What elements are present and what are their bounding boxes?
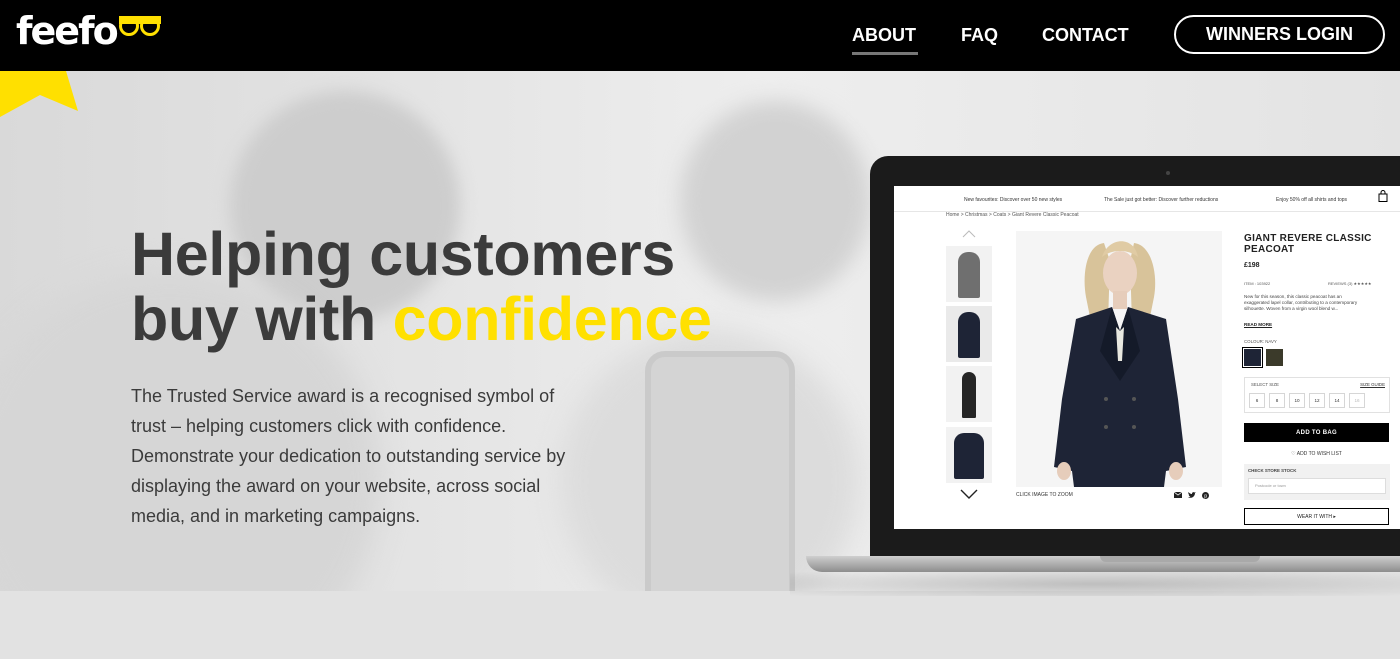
- feefo-logo[interactable]: feefo: [16, 10, 161, 52]
- check-store-stock-label: CHECK STORE STOCK: [1248, 468, 1297, 473]
- product-reviews[interactable]: REVIEWS (3) ★★★★★: [1328, 281, 1372, 286]
- postcode-input[interactable]: Postcode or town: [1248, 478, 1386, 494]
- size-selector: SELECT SIZE SIZE GUIDE 6 8 10 12 14 16: [1244, 377, 1390, 413]
- top-navigation-bar: feefo ABOUT FAQ CONTACT WINNERS LOGIN: [0, 0, 1400, 71]
- breadcrumb: Home > Christmas > Coats > Giant Revere …: [946, 212, 1079, 218]
- chevron-up-icon: [962, 230, 976, 238]
- logo-wordmark: feefo: [16, 9, 119, 53]
- click-to-zoom-note: CLICK IMAGE TO ZOOM: [1016, 492, 1073, 498]
- promo-text: Enjoy 50% off all shirts and tops: [1276, 197, 1348, 203]
- colour-label: COLOUR: NAVY: [1244, 339, 1277, 344]
- laptop-mockup: New favourites: Discover over 50 new sty…: [870, 156, 1400, 560]
- email-share-icon[interactable]: [1174, 492, 1182, 498]
- size-option[interactable]: 12: [1309, 393, 1325, 408]
- wear-it-with-button[interactable]: WEAR IT WITH ▸: [1244, 508, 1389, 525]
- product-price: £198: [1244, 262, 1260, 269]
- size-option[interactable]: 10: [1289, 393, 1305, 408]
- size-option[interactable]: 6: [1249, 393, 1265, 408]
- size-option-unavailable: 16: [1349, 393, 1365, 408]
- hero-heading-line2: buy with: [131, 285, 376, 353]
- nav-link-about[interactable]: ABOUT: [852, 25, 918, 55]
- laptop-camera: [1166, 171, 1170, 175]
- nav-faq: FAQ: [961, 0, 998, 71]
- shopping-bag-icon: [1378, 190, 1388, 202]
- promo-text: New favourites: Discover over 50 new sty…: [964, 197, 1063, 203]
- laptop-base-notch: [1100, 556, 1260, 562]
- product-title: GIANT REVERE CLASSIC PEACOAT: [1244, 233, 1372, 255]
- size-guide-link[interactable]: SIZE GUIDE: [1360, 382, 1385, 387]
- product-thumbnail: [946, 246, 992, 302]
- size-option[interactable]: 8: [1269, 393, 1285, 408]
- product-description: New for this season, this classic peacoa…: [1244, 294, 1358, 311]
- promo-text: The Sale just got better: Discover furth…: [1104, 197, 1219, 203]
- bg-table: [0, 591, 1400, 659]
- chevron-down-icon: [960, 489, 978, 499]
- share-icons: p: [1174, 492, 1209, 499]
- yellow-corner-flag-icon: [0, 71, 78, 117]
- logo-eyes-icon: [118, 16, 161, 36]
- check-store-stock-panel: CHECK STORE STOCK Postcode or town: [1244, 464, 1390, 500]
- twitter-share-icon[interactable]: [1188, 492, 1196, 499]
- nav-about: ABOUT: [852, 0, 918, 71]
- winners-login-button[interactable]: WINNERS LOGIN: [1174, 15, 1385, 54]
- product-thumbnail: [946, 366, 992, 422]
- product-thumbnail: [946, 427, 992, 483]
- nav-contact: CONTACT: [1042, 0, 1129, 71]
- hero-heading-line1: Helping customers: [131, 220, 676, 288]
- colour-swatch-navy[interactable]: [1242, 347, 1263, 368]
- nav-link-faq[interactable]: FAQ: [961, 25, 998, 46]
- select-size-label: SELECT SIZE: [1251, 382, 1279, 387]
- hero-description: The Trusted Service award is a recognise…: [131, 386, 566, 526]
- size-options: 6 8 10 12 14 16: [1249, 393, 1365, 408]
- product-thumbnail: [946, 306, 992, 362]
- nav-link-contact[interactable]: CONTACT: [1042, 25, 1129, 46]
- laptop-screen: New favourites: Discover over 50 new sty…: [894, 186, 1400, 529]
- add-to-bag-button[interactable]: ADD TO BAG: [1244, 423, 1389, 442]
- laptop-shadow: [790, 572, 1400, 596]
- add-to-wish-list-link[interactable]: ♡ ADD TO WISH LIST: [1244, 451, 1389, 457]
- read-more-link[interactable]: READ MORE: [1244, 322, 1272, 327]
- model-in-peacoat-image: [1054, 241, 1186, 487]
- svg-text:p: p: [1204, 493, 1207, 499]
- product-main-image: [1016, 231, 1222, 487]
- hero-heading: Helping customers buy with confidence: [131, 222, 771, 352]
- size-option[interactable]: 14: [1329, 393, 1345, 408]
- pinterest-share-icon[interactable]: p: [1202, 492, 1209, 499]
- colour-swatch-olive[interactable]: [1266, 349, 1283, 366]
- product-item-code: ITEM : 103922: [1244, 281, 1271, 286]
- hero-heading-accent: confidence: [392, 285, 712, 353]
